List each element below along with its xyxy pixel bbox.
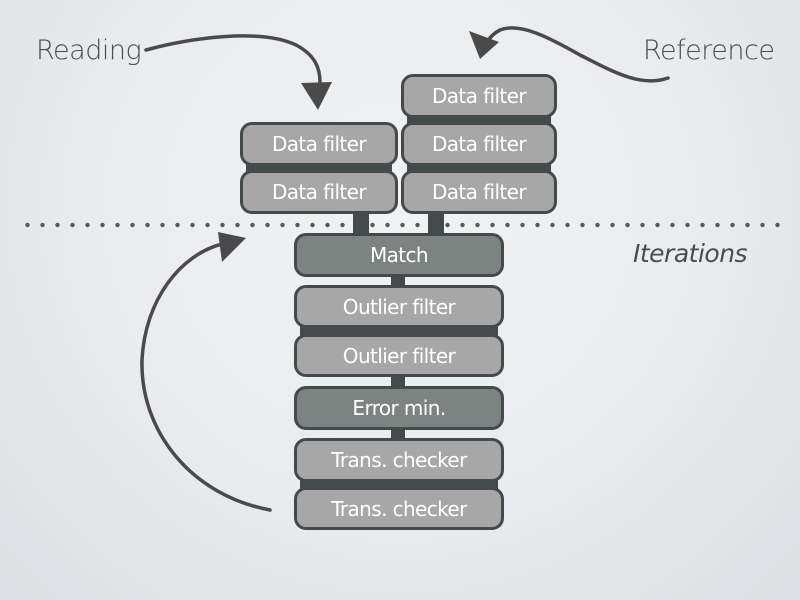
reading-data-filter-2: Data filter: [240, 170, 398, 214]
iteration-loop-arrow: [140, 232, 272, 512]
reading-label: Reading: [36, 35, 142, 66]
reading-arrow: [144, 34, 332, 110]
reference-arrow: [469, 26, 670, 83]
iterations-label: Iterations: [633, 239, 748, 268]
reference-data-filter-3: Data filter: [401, 170, 557, 214]
error-min-step: Error min.: [294, 386, 504, 430]
reference-label: Reference: [643, 35, 775, 66]
reference-data-filter-1: Data filter: [401, 74, 557, 118]
outlier-filter-step-2: Outlier filter: [294, 334, 504, 377]
reference-data-filter-2: Data filter: [401, 122, 557, 166]
trans-checker-step-1: Trans. checker: [294, 438, 504, 482]
trans-checker-step-2: Trans. checker: [294, 487, 504, 530]
match-step: Match: [294, 233, 504, 277]
reading-data-filter-1: Data filter: [240, 122, 398, 166]
outlier-filter-step-1: Outlier filter: [294, 285, 504, 328]
